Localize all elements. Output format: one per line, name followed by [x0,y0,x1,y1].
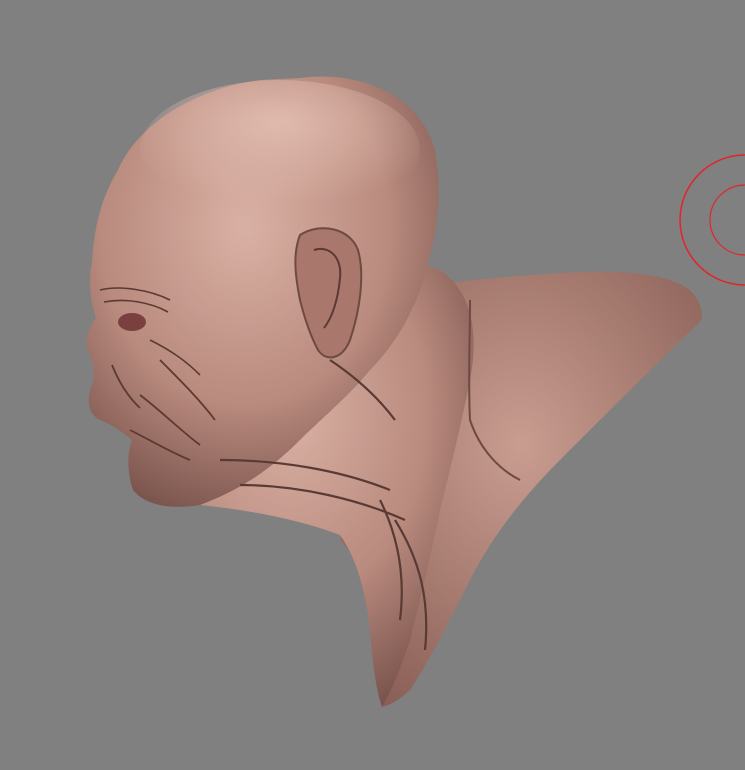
sculpt-viewport[interactable] [0,0,745,770]
sculpt-canvas[interactable] [0,0,745,770]
model-eye [118,313,146,331]
skull-highlight [140,80,420,220]
